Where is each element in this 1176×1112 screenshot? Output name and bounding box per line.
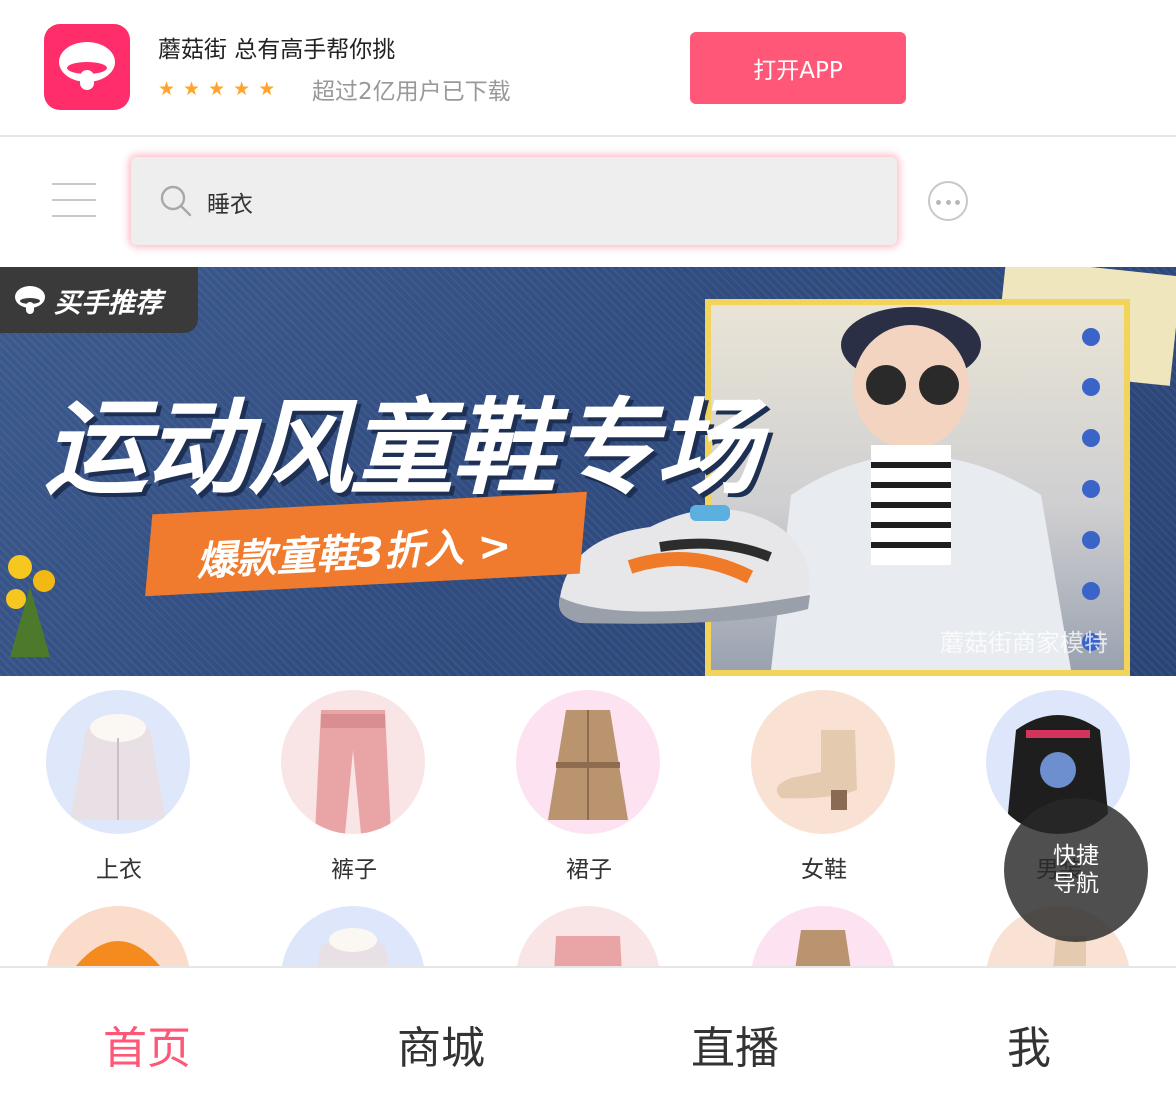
rating-stars: ★ ★ ★ ★ ★ <box>158 76 275 102</box>
app-title: 蘑菇街 总有高手帮你挑 <box>158 37 396 63</box>
category-item[interactable] <box>34 892 204 966</box>
category-label: 裙子 <box>566 857 612 883</box>
buyer-recommend-tag: 买手推荐 <box>0 267 198 333</box>
open-app-button[interactable]: 打开APP <box>690 32 906 104</box>
category-grid: 上衣 裤子 裙子 女鞋 <box>0 676 1176 966</box>
more-options-icon[interactable] <box>928 181 968 221</box>
star-icon: ★ <box>158 78 176 100</box>
star-icon: ★ <box>233 78 251 100</box>
mogujie-logo[interactable] <box>44 24 130 110</box>
category-label: 女鞋 <box>801 857 847 883</box>
quick-nav-label: 快捷 <box>1053 843 1099 869</box>
promo-banner[interactable]: 买手推荐 运动风童鞋专场 爆款童鞋3折入 > 蘑菇街商家模特 <box>0 267 1176 676</box>
quick-nav-label: 导航 <box>1053 871 1099 897</box>
star-icon: ★ <box>258 78 276 100</box>
search-icon <box>160 185 192 217</box>
category-label: 上衣 <box>96 857 142 883</box>
category-label: 裤子 <box>331 857 377 883</box>
category-item-dresses[interactable]: 裙子 <box>504 676 674 883</box>
tab-me[interactable]: 我 <box>882 1012 1176 1076</box>
flower-decoration <box>6 555 55 657</box>
category-item[interactable] <box>269 892 439 966</box>
category-item-pants[interactable]: 裤子 <box>269 676 439 883</box>
tag-label: 买手推荐 <box>54 288 162 319</box>
category-image <box>751 906 895 966</box>
download-count-text: 超过2亿用户已下载 <box>312 79 511 105</box>
search-header: 睡衣 <box>0 139 1176 267</box>
category-item[interactable] <box>504 892 674 966</box>
search-query: 睡衣 <box>207 192 253 218</box>
banner-watermark: 蘑菇街商家模特 <box>940 629 1108 657</box>
category-item-tops[interactable]: 上衣 <box>34 676 204 883</box>
banner-headline: 运动风童鞋专场 <box>44 387 760 509</box>
search-input[interactable]: 睡衣 <box>131 157 897 245</box>
category-image <box>516 906 660 966</box>
bottom-tab-bar: 首页 商城 直播 我 <box>0 966 1176 1112</box>
tab-home[interactable]: 首页 <box>0 1012 294 1076</box>
menu-icon[interactable] <box>52 183 96 217</box>
star-icon: ★ <box>183 78 201 100</box>
category-image <box>46 690 190 834</box>
mushroom-icon <box>15 286 45 314</box>
tab-mall[interactable]: 商城 <box>294 1012 588 1076</box>
category-image <box>751 690 895 834</box>
category-image <box>281 690 425 834</box>
app-download-banner: 蘑菇街 总有高手帮你挑 ★ ★ ★ ★ ★ 超过2亿用户已下载 打开APP <box>0 0 1176 137</box>
mushroom-icon <box>59 42 115 90</box>
quick-nav-button[interactable]: 快捷 导航 <box>1004 798 1148 942</box>
category-image <box>46 906 190 966</box>
category-item[interactable] <box>739 892 909 966</box>
category-image <box>281 906 425 966</box>
category-item-womens-shoes[interactable]: 女鞋 <box>739 676 909 883</box>
category-image <box>516 690 660 834</box>
tab-live[interactable]: 直播 <box>588 1012 882 1076</box>
star-icon: ★ <box>208 78 226 100</box>
